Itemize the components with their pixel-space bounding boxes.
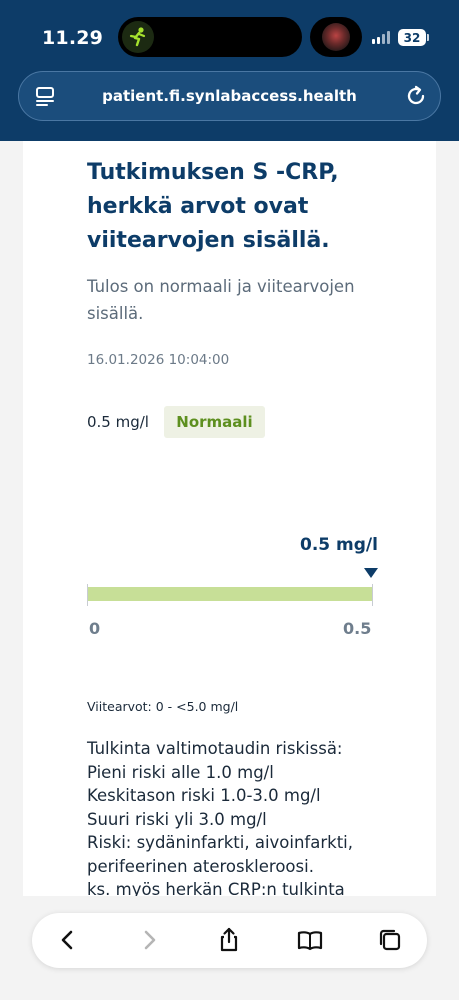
url-text[interactable]: patient.fi.synlabaccess.health <box>19 87 440 105</box>
activity-app-icon <box>122 21 154 53</box>
dynamic-island <box>118 17 302 57</box>
result-description: Tulos on normaali ja viitearvojen sisäll… <box>87 277 355 323</box>
status-badge: Normaali <box>164 406 265 438</box>
range-marker-arrow-icon <box>364 568 378 578</box>
cellular-signal-icon <box>372 31 392 44</box>
range-marker-label: 0.5 mg/l <box>300 535 378 555</box>
range-min-label: 0 <box>89 619 101 638</box>
tabs-icon[interactable] <box>376 926 404 954</box>
result-title: Tutkimuksen S -CRP, herkkä arvot ovat vi… <box>87 160 339 253</box>
range-fill <box>88 587 372 601</box>
media-thumbnail-icon <box>310 17 362 57</box>
battery-level: 32 <box>403 30 421 45</box>
share-icon[interactable] <box>215 926 243 954</box>
interpretation-text: Tulkinta valtimotaudin riskissä: Pieni r… <box>87 739 353 899</box>
bookmarks-icon[interactable] <box>296 926 324 954</box>
result-datetime: 16.01.2026 10:04:00 <box>87 352 230 368</box>
range-max-label: 0.5 <box>343 619 372 638</box>
address-bar[interactable]: patient.fi.synlabaccess.health <box>18 71 441 121</box>
forward-icon[interactable] <box>135 926 163 954</box>
browser-toolbar <box>32 913 427 968</box>
result-value: 0.5 mg/l <box>87 413 149 431</box>
back-icon[interactable] <box>54 926 82 954</box>
reload-icon[interactable] <box>404 84 428 108</box>
battery-icon: 32 <box>398 29 426 46</box>
browser-header: 11.29 32 patient.fi.synlabaccess.health <box>0 0 459 141</box>
status-time: 11.29 <box>42 27 104 49</box>
reference-values: Viitearvot: 0 - <5.0 mg/l <box>87 699 239 714</box>
range-bar <box>87 584 373 606</box>
range-tick-max <box>372 584 373 606</box>
